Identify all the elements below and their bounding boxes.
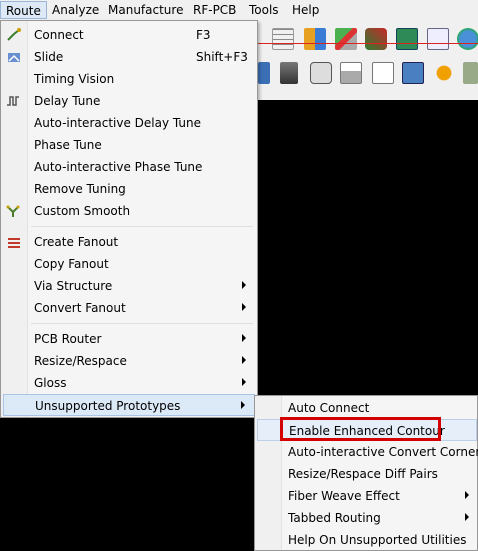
menu-analyze[interactable]: Analyze <box>47 1 104 19</box>
chevron-right-icon <box>242 356 246 364</box>
menu-item-auto-delay-tune[interactable]: Auto-interactive Delay Tune <box>3 112 255 134</box>
menu-item-delay-tune[interactable]: Delay Tune <box>3 90 255 112</box>
menubar: Route Analyze Manufacture RF-PCB Tools H… <box>0 0 478 21</box>
delay-tune-icon <box>6 93 22 109</box>
toolbar-row-1 <box>258 24 478 54</box>
menu-item-convert-fanout[interactable]: Convert Fanout <box>3 297 255 319</box>
submenu-item-help-unsupported[interactable]: Help On Unsupported Utilities <box>257 529 477 551</box>
pcb-canvas-left[interactable] <box>0 418 258 551</box>
dfa-icon[interactable] <box>427 28 449 50</box>
menu-help[interactable]: Help <box>287 1 324 19</box>
menu-item-custom-smooth[interactable]: Custom Smooth <box>3 200 255 222</box>
layers-icon[interactable] <box>304 28 326 50</box>
document-icon[interactable] <box>372 62 394 84</box>
route-menu: Connect F3 Slide Shift+F3 Timing Vision … <box>0 20 258 418</box>
menu-item-slide[interactable]: Slide Shift+F3 <box>3 46 255 68</box>
connect-icon <box>6 27 22 43</box>
chevron-right-icon <box>465 513 469 521</box>
submenu-item-resize-respace-diff-pairs[interactable]: Resize/Respace Diff Pairs <box>257 463 477 485</box>
tp-icon[interactable] <box>433 62 455 84</box>
fanout-icon <box>6 234 22 250</box>
r1r2-icon[interactable] <box>340 62 362 84</box>
slide-icon <box>6 49 22 65</box>
toolbar-divider <box>258 43 478 44</box>
toolbar-edge-icon[interactable] <box>463 62 478 84</box>
menu-item-gloss[interactable]: Gloss <box>3 372 255 394</box>
submenu-item-fiber-weave-effect[interactable]: Fiber Weave Effect <box>257 485 477 507</box>
menu-item-timing-vision[interactable]: Timing Vision <box>3 68 255 90</box>
menu-rf-pcb[interactable]: RF-PCB <box>188 1 241 19</box>
unsupported-prototypes-submenu: Auto Connect Enable Enhanced Contour Aut… <box>254 395 478 551</box>
toolbar <box>258 20 478 100</box>
menu-manufacture[interactable]: Manufacture <box>103 1 188 19</box>
menu-item-phase-tune[interactable]: Phase Tune <box>3 134 255 156</box>
stack-icon[interactable] <box>365 28 387 50</box>
grid-icon[interactable] <box>272 28 294 50</box>
menu-item-unsupported-prototypes[interactable]: Unsupported Prototypes <box>3 394 255 416</box>
menu-item-auto-phase-tune[interactable]: Auto-interactive Phase Tune <box>3 156 255 178</box>
menu-separator <box>31 226 253 227</box>
camera-icon[interactable] <box>310 62 332 84</box>
menu-tools[interactable]: Tools <box>244 1 284 19</box>
toolbar-row-2 <box>258 58 478 88</box>
components-icon[interactable] <box>335 28 357 50</box>
chevron-right-icon <box>242 378 246 386</box>
toolbar-partial-icon[interactable] <box>258 62 270 84</box>
chevron-right-icon <box>242 303 246 311</box>
submenu-item-enable-enhanced-contour[interactable]: Enable Enhanced Contour <box>257 419 477 441</box>
menu-item-remove-tuning[interactable]: Remove Tuning <box>3 178 255 200</box>
matrix-icon[interactable] <box>402 62 424 84</box>
submenu-item-auto-convert-corner[interactable]: Auto-interactive Convert Corner <box>257 441 478 463</box>
menu-route[interactable]: Route <box>0 1 47 19</box>
submenu-item-auto-connect[interactable]: Auto Connect <box>257 397 477 419</box>
menu-item-pcb-router[interactable]: PCB Router <box>3 328 255 350</box>
menu-item-copy-fanout[interactable]: Copy Fanout <box>3 253 255 275</box>
chevron-right-icon <box>465 491 469 499</box>
menu-item-create-fanout[interactable]: Create Fanout <box>3 231 255 253</box>
globe-icon[interactable] <box>457 28 478 50</box>
chevron-right-icon <box>241 401 245 409</box>
menu-separator <box>31 323 253 324</box>
submenu-item-tabbed-routing[interactable]: Tabbed Routing <box>257 507 477 529</box>
chevron-right-icon <box>242 334 246 342</box>
cm-icon[interactable] <box>396 28 418 50</box>
menu-item-via-structure[interactable]: Via Structure <box>3 275 255 297</box>
custom-smooth-icon <box>6 203 22 219</box>
chevron-right-icon <box>242 281 246 289</box>
menu-item-resize-respace[interactable]: Resize/Respace <box>3 350 255 372</box>
menu-item-connect[interactable]: Connect F3 <box>3 24 255 46</box>
wrench-icon[interactable] <box>280 62 298 84</box>
